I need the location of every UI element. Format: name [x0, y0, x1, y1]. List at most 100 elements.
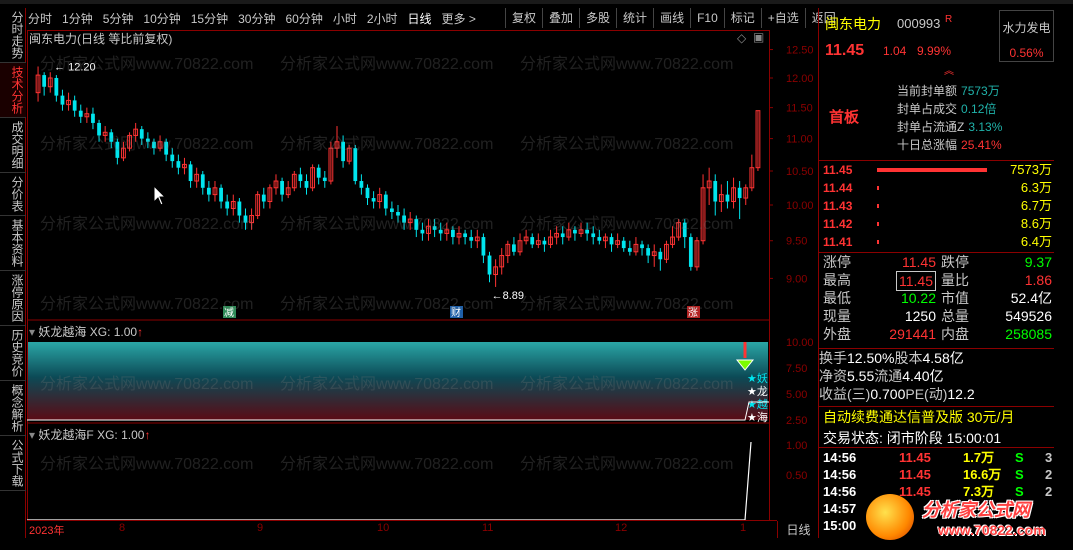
vertical-tab[interactable]: 概念解析 [0, 381, 26, 436]
indicator2-title[interactable]: ▾ 妖龙越海F XG: 1.00↑ [29, 426, 150, 443]
indicator-menu-icon[interactable]: ▾ [29, 325, 35, 339]
signal-text: ★越 [747, 397, 768, 411]
indicator1-area [28, 342, 768, 420]
period-tab[interactable]: 5分钟 [103, 10, 134, 27]
indicator2-name: 妖龙越海F [38, 428, 94, 442]
stat-value: 1.86 [1024, 272, 1052, 288]
period-tab[interactable]: 60分钟 [285, 10, 322, 27]
book-price: 11.42 [823, 217, 853, 231]
toolbar-button[interactable]: +自选 [760, 8, 805, 28]
toolbar-button[interactable]: 标记 [723, 8, 761, 28]
candle-body [585, 229, 590, 234]
tick-t: 14:56 [823, 450, 857, 465]
diamond-icon[interactable]: ◇ [737, 31, 746, 45]
candle-body [176, 161, 181, 168]
kline-chart[interactable]: 12.50 12.00 11.50 11.00 10.50 10.00 9.50 9.00 ← … [27, 30, 817, 535]
stat-key: 换手 [819, 350, 847, 366]
vertical-tab[interactable]: 分价表 [0, 173, 26, 216]
sector-box[interactable]: 水力发电 0.56% [999, 10, 1054, 62]
price-axis-label: 10.00 [786, 200, 814, 212]
stat-key: 收益(三) [819, 386, 871, 402]
indicator1-title[interactable]: ▾ 妖龙越海 XG: 1.00↑ [29, 323, 143, 340]
vertical-tab[interactable]: 历史竞价 [0, 326, 26, 381]
indicator1-xg: XG: 1.00 [89, 325, 138, 339]
candle-body [115, 141, 120, 158]
book-volume: 6.7万 [1020, 198, 1052, 213]
candle-body [621, 240, 626, 249]
vertical-tab[interactable]: 涨停原因 [0, 271, 26, 326]
stat-value: 4.58亿 [922, 350, 964, 366]
seal-key: 封单占成交 [897, 102, 958, 116]
stat-key: 流通 [874, 368, 903, 384]
toolbar-button[interactable]: 统计 [616, 8, 653, 28]
period-tab[interactable]: 更多 > [442, 10, 476, 27]
period-tab[interactable]: 小时 [333, 10, 357, 27]
candle-body [304, 181, 309, 188]
price-axis-label: 9.50 [786, 236, 807, 248]
candle-body [646, 248, 651, 256]
stat-value: 12.50% [847, 350, 895, 366]
candle-body [591, 233, 596, 238]
chart-canvas[interactable]: 12.5012.0011.5011.0010.5010.009.509.00← … [27, 30, 817, 535]
vertical-tab[interactable]: 公式下载 [0, 436, 26, 491]
ad-banner[interactable]: 自动续费通达信普及版 30元/月 [819, 406, 1054, 426]
stat-key: 总量 [941, 308, 969, 324]
candle-body [164, 141, 169, 155]
vertical-tab[interactable]: 成交明细 [0, 118, 26, 173]
book-volume-bar [877, 168, 987, 172]
toolbar-button[interactable]: F10 [690, 8, 724, 28]
vertical-tab[interactable]: 技术分析 [0, 63, 26, 118]
period-tab[interactable]: 2小时 [367, 10, 398, 27]
app-window: 分时 1分钟 5分钟 10分钟 15分钟 30分钟 60分钟 小时 2小时 日线 更多 > 复权 叠加… [0, 0, 1073, 550]
ind1-axis-label: 2.50 [786, 415, 807, 427]
book-volume: 6.3万 [1020, 180, 1052, 195]
tick-v: 16.6万 [963, 467, 1002, 482]
book-volume-bar [877, 204, 879, 208]
chart-title-text: 闽东电力(日线 等比前复权) [29, 32, 173, 46]
candle-body [597, 237, 602, 241]
reduce-marker: 减 [224, 307, 234, 319]
stat-key: 最低 [823, 290, 851, 306]
candle-body [530, 237, 535, 245]
logo-url: www.70822.com [938, 522, 1046, 538]
board-label: 首板 [829, 109, 860, 126]
logo-text: 分析家公式网 [922, 500, 1030, 520]
vertical-tab[interactable]: 分时走势 [0, 8, 26, 63]
candle-body [383, 194, 388, 209]
stat-row: 收益(三)0.700PE(动)12.2 [819, 385, 1054, 403]
stat-key: 涨停 [823, 254, 851, 270]
stat-value: 12.2 [947, 386, 975, 402]
stat-key: 净资 [819, 368, 847, 384]
x-tick-label: 8 [119, 522, 126, 534]
toolbar-button[interactable]: 复权 [505, 8, 542, 28]
period-tab[interactable]: 10分钟 [143, 10, 180, 27]
period-tab[interactable]: 15分钟 [191, 10, 228, 27]
toolbar-button[interactable]: 叠加 [542, 8, 579, 28]
candle-body [341, 141, 345, 162]
candle-body [145, 138, 150, 142]
stat-row: 净资5.55流通4.40亿 [819, 367, 1054, 385]
tick-p: 11.45 [899, 467, 931, 482]
candle-body [481, 237, 486, 256]
vertical-tab[interactable]: 基本资料 [0, 216, 26, 271]
period-tab[interactable]: 日线 [408, 10, 432, 27]
candle-body [414, 219, 419, 230]
period-label[interactable]: 日线 [777, 521, 819, 538]
x-tick-label: 9 [257, 522, 264, 534]
toolbar-button[interactable]: 多股 [579, 8, 616, 28]
toolbar-button[interactable]: 画线 [653, 8, 690, 28]
stat-row: 最低 10.22 市值 52.4亿 [819, 289, 1054, 307]
quote-panel: 闽东电力 000993 R 11.45 1.04 9.99% 水力发电 0.56… [818, 8, 1073, 538]
window-icon[interactable]: ▣ [753, 30, 764, 44]
candle-body [420, 229, 425, 234]
candle-body [206, 187, 211, 195]
period-tab[interactable]: 30分钟 [238, 10, 275, 27]
price-axis-label: 12.50 [786, 45, 814, 57]
stat-value: 0.700 [870, 386, 906, 402]
period-tab[interactable]: 分时 [28, 10, 52, 27]
period-tab[interactable]: 1分钟 [62, 10, 93, 27]
limit-up-marker: 涨 [688, 307, 698, 319]
candle-body [737, 187, 742, 199]
indicator2-menu-icon[interactable]: ▾ [29, 428, 35, 442]
ind1-axis-label: 5.00 [786, 389, 807, 401]
